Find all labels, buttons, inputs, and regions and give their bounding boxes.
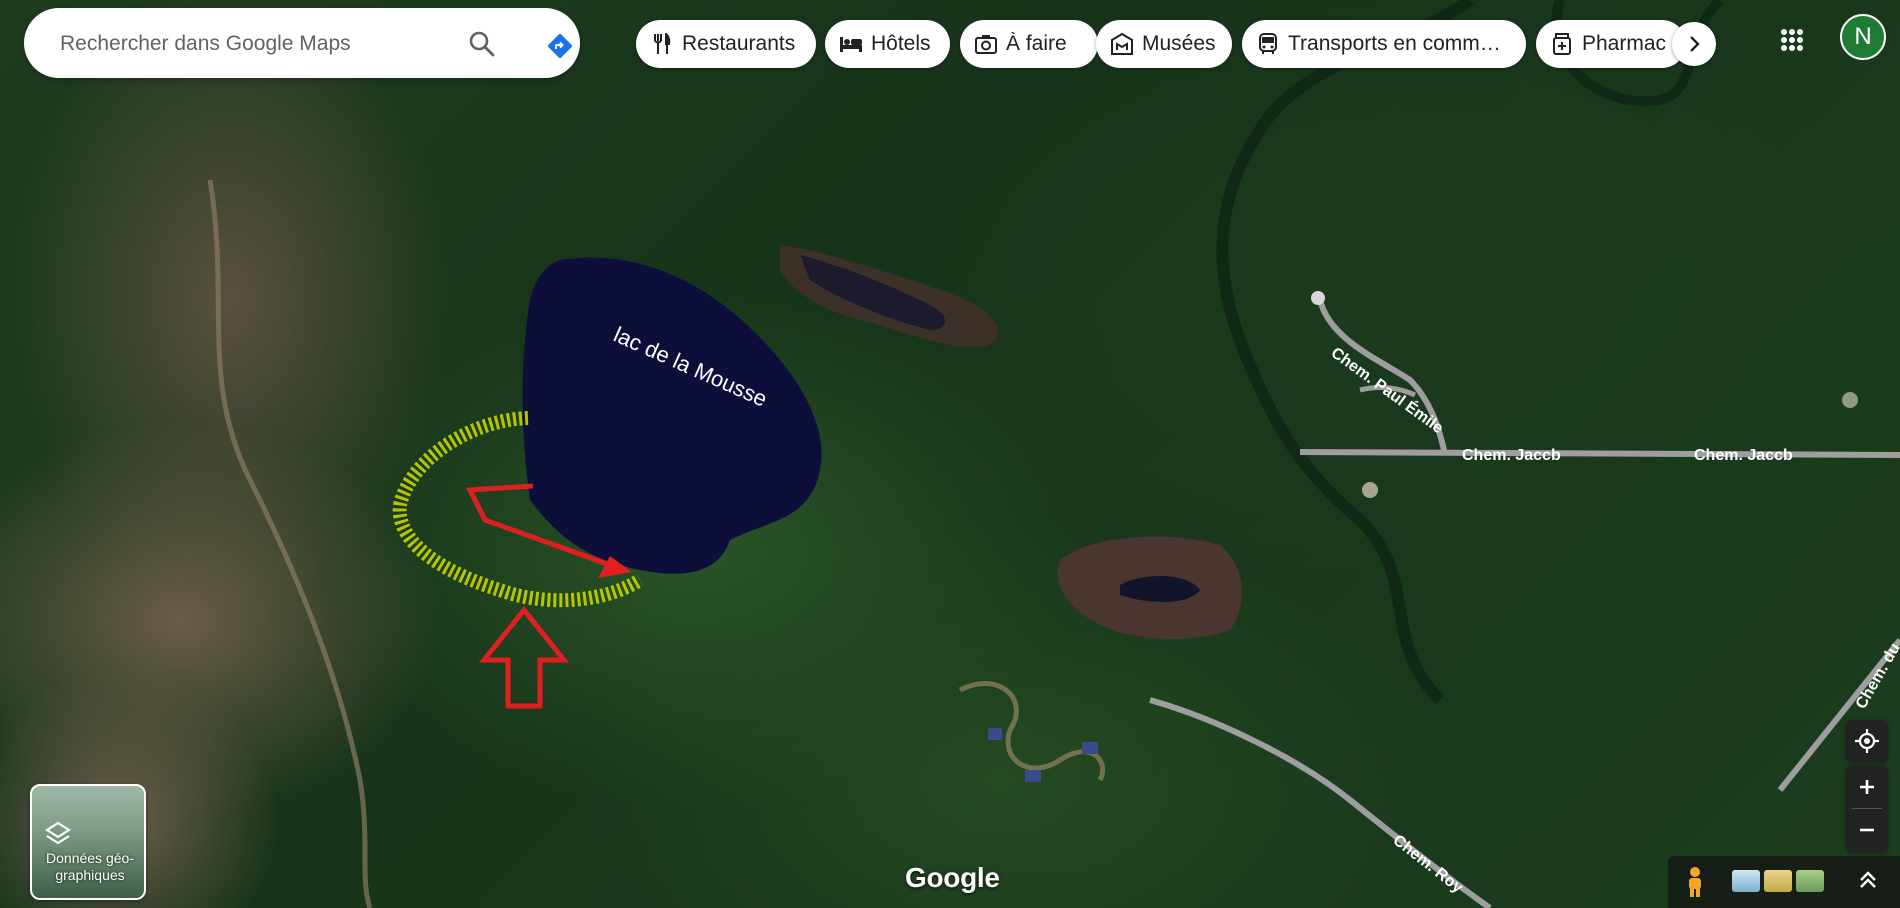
chip-things-to-do[interactable]: À faire	[960, 20, 1098, 68]
layers-toggle[interactable]: Données géo-graphiques	[30, 784, 146, 900]
chip-label: Hôtels	[871, 32, 931, 55]
road-label-paul-emile: Chem. Paul Émile	[1328, 343, 1448, 437]
layer-thumb-map[interactable]	[1796, 870, 1824, 892]
map-overlay: lac de la Mousse Chem. Paul Émile Chem. …	[207, 0, 1900, 908]
zoom-controls	[1846, 766, 1888, 852]
museum-icon	[1110, 32, 1134, 56]
layers-icon	[44, 820, 72, 848]
map-bottom-bar	[1668, 856, 1900, 908]
minus-icon	[1860, 828, 1874, 832]
layer-thumb-terrain[interactable]	[1764, 870, 1792, 892]
forest-trail	[207, 179, 373, 908]
search-icon[interactable]	[468, 30, 496, 58]
annotation-arrow-up	[478, 605, 570, 709]
chip-label: Transports en comm…	[1288, 32, 1501, 55]
my-location-button[interactable]	[1846, 720, 1888, 762]
directions-icon[interactable]	[546, 32, 574, 60]
camera-icon	[974, 32, 998, 56]
layers-label: Données géo-graphiques	[46, 850, 134, 883]
road-label-jacob-1: Chem. Jaccb	[1462, 447, 1561, 464]
layer-thumb-satellite[interactable]	[1732, 870, 1760, 892]
search-box	[24, 8, 580, 78]
road-jacob	[1299, 449, 1900, 458]
pharmacy-icon	[1550, 32, 1574, 56]
chevron-right-icon	[1690, 36, 1700, 52]
google-logo: Google	[905, 862, 1000, 893]
account-avatar[interactable]: N	[1840, 14, 1886, 60]
chip-hotels[interactable]: Hôtels	[825, 20, 950, 68]
chip-museums[interactable]: Musées	[1096, 20, 1232, 68]
zoom-out-button[interactable]	[1846, 809, 1888, 851]
search-input[interactable]	[58, 25, 462, 63]
satellite-map[interactable]: lac de la Mousse Chem. Paul Émile Chem. …	[0, 0, 1900, 908]
chip-label: À faire	[1006, 32, 1067, 55]
chips-scroll-right-button[interactable]	[1672, 22, 1716, 66]
chip-pharmacy[interactable]: Pharmac	[1536, 20, 1686, 68]
pegman-icon[interactable]	[1684, 866, 1706, 898]
chip-restaurants[interactable]: Restaurants	[636, 20, 816, 68]
road-label-roy: Chem. Roy	[1390, 832, 1466, 897]
lake-shape	[522, 257, 822, 574]
bed-icon	[839, 32, 863, 56]
chip-label: Pharmac	[1582, 32, 1667, 55]
road-label-jacob-2: Chem. Jaccb	[1694, 447, 1793, 464]
road-label-edge: Chem. du	[1853, 640, 1900, 712]
apps-grid-icon[interactable]	[1774, 22, 1810, 58]
bus-icon	[1256, 32, 1280, 56]
chip-transit[interactable]: Transports en comm…	[1242, 20, 1526, 68]
chip-label: Musées	[1142, 32, 1216, 55]
expand-up-icon[interactable]	[1856, 868, 1880, 892]
my-location-icon	[1855, 729, 1879, 753]
chip-label: Restaurants	[682, 32, 796, 55]
fork-knife-icon	[650, 32, 674, 56]
plus-icon	[1860, 780, 1874, 794]
building	[988, 728, 1002, 740]
zoom-in-button[interactable]	[1846, 766, 1888, 808]
